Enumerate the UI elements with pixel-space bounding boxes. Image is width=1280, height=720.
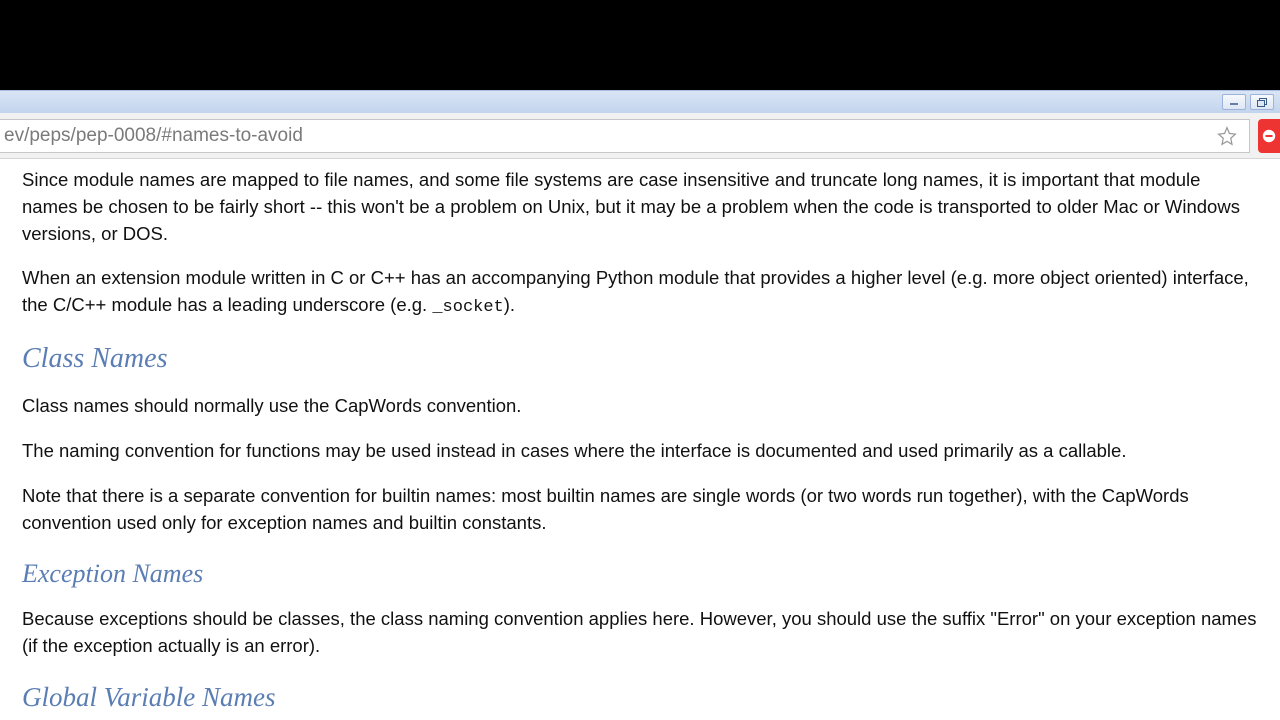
bookmark-star-icon[interactable]	[1217, 126, 1237, 146]
heading-global-variable-names: Global Variable Names	[22, 678, 1258, 717]
paragraph-extension-module: When an extension module written in C or…	[22, 265, 1258, 320]
heading-exception-names: Exception Names	[22, 555, 1258, 593]
minimize-button[interactable]	[1222, 94, 1246, 110]
url-text: ev/peps/pep-0008/#names-to-avoid	[4, 125, 303, 147]
maximize-button[interactable]	[1250, 94, 1274, 110]
paragraph-exception: Because exceptions should be classes, th…	[22, 606, 1258, 660]
heading-class-names: Class Names	[22, 339, 1258, 380]
paragraph-class-callable: The naming convention for functions may …	[22, 438, 1258, 465]
window-frame-bar	[0, 90, 1280, 113]
paragraph-builtin-names: Note that there is a separate convention…	[22, 483, 1258, 537]
extension-icon[interactable]	[1258, 119, 1280, 153]
window-titlebar-black	[0, 0, 1280, 90]
code-socket: _socket	[432, 298, 503, 317]
paragraph-class-capwords: Class names should normally use the CapW…	[22, 393, 1258, 420]
url-input[interactable]: ev/peps/pep-0008/#names-to-avoid	[0, 119, 1250, 153]
page-content: Since module names are mapped to file na…	[0, 159, 1280, 720]
address-bar: ev/peps/pep-0008/#names-to-avoid	[0, 113, 1280, 159]
paragraph-module-names: Since module names are mapped to file na…	[22, 167, 1258, 247]
